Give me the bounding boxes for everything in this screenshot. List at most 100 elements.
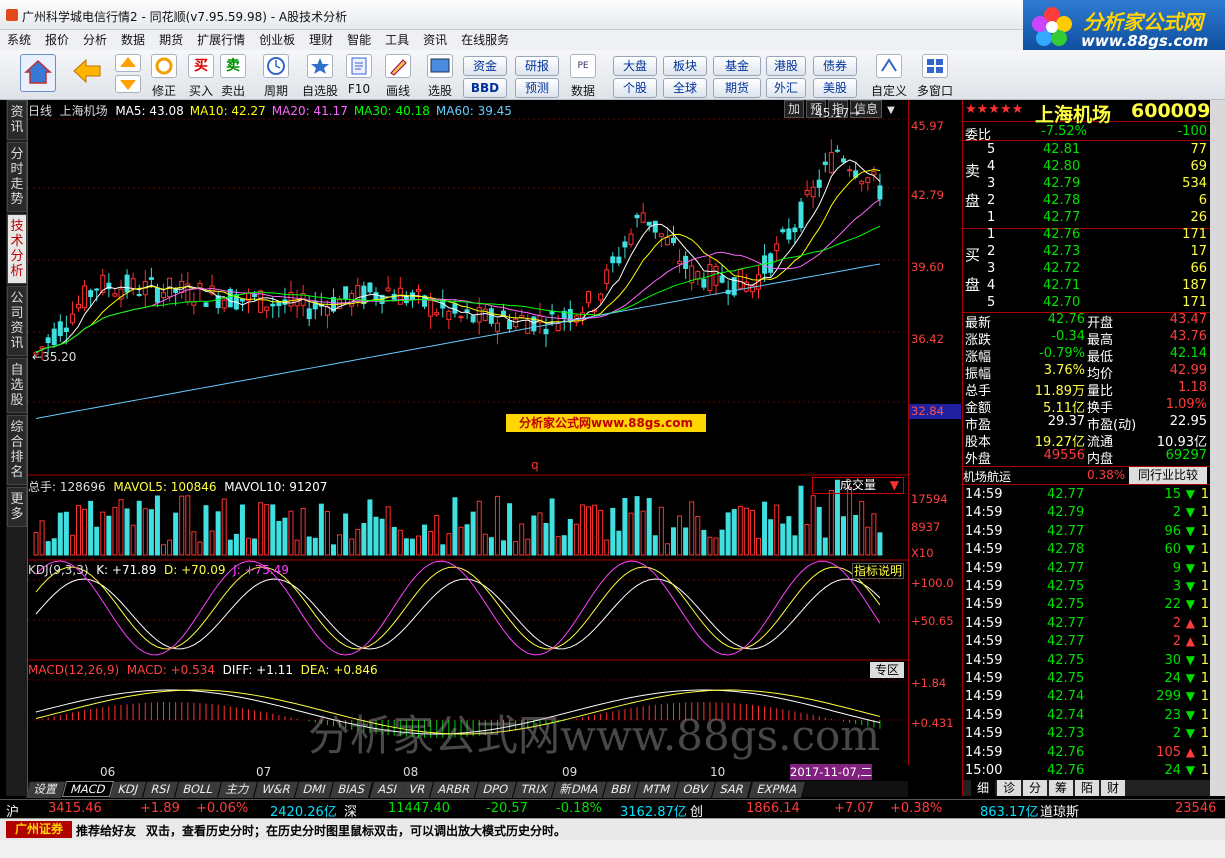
menu-item-7[interactable]: 理财 [302,30,340,50]
indicator-tab-12[interactable]: DPO [474,782,517,798]
indicator-tab-6[interactable]: W&R [253,782,300,798]
left-tab-1[interactable]: 分时走势 [7,142,27,212]
indicator-tab-0[interactable]: 设置 [25,782,67,798]
indicator-tab-3[interactable]: RSI [143,782,180,798]
indicator-tab-2[interactable]: KDJ [110,782,148,798]
indicator-dropdown-label: 成交量 [839,478,876,492]
recommend-link[interactable]: 推荐给好友 [76,822,136,839]
left-tab-5[interactable]: 综合排名 [7,415,27,485]
page-up-down-button[interactable] [114,54,142,98]
quote-tab-1[interactable]: 诊 [997,780,1021,796]
tick-row: 15:00 42.76 24 ▼ 1 [965,763,1209,778]
indicator-tab-10[interactable]: VR [400,782,435,798]
fund-flow-button[interactable]: 资金 [463,56,507,76]
index-status-2: +1.89 [140,801,180,816]
ma-legend-3: MA30: 40.18 [353,104,430,118]
indicator-tab-13[interactable]: TRIX [512,782,556,798]
left-tab-4[interactable]: 自选股 [7,358,27,413]
futures-button[interactable]: 期货 [713,78,761,98]
indicator-tab-5[interactable]: 主力 [217,782,258,798]
quote-tab-4[interactable]: 陌 [1075,780,1099,796]
home-icon [20,54,56,92]
stock-picker-button[interactable]: 选股 [422,54,458,98]
indicator-tab-7[interactable]: DMI [294,782,335,798]
chart-btn-0[interactable]: 加 [784,100,805,118]
data-button[interactable]: PE 数据 [566,54,600,98]
window-title: 广州科学城电信行情2 - 同花顺(v7.95.59.98) - A股技术分析 [22,10,348,24]
sector-name: 机场航运 [963,470,1012,484]
menu-item-2[interactable]: 分析 [76,30,114,50]
quote-tab-0[interactable]: 细 [971,780,995,796]
bbd-button[interactable]: BBD [463,78,507,98]
sell-button[interactable]: 卖 卖出 [220,54,246,98]
market-index-button[interactable]: 大盘 [613,56,657,76]
quote-panel: ★★★★★ 上海机场 600009 委比 -7.52% -100 5 42.81 7… [962,100,1211,796]
weibi-row: 委比 -7.52% -100 [963,124,1211,143]
forecast-button[interactable]: 预测 [515,78,559,98]
menu-item-6[interactable]: 创业板 [252,30,302,50]
forex-button[interactable]: 外汇 [766,78,806,98]
period-button[interactable]: 周期 [258,54,294,98]
bond-button[interactable]: 债券 [813,56,857,76]
menu-item-4[interactable]: 期货 [152,30,190,50]
chart-collapse-arrow-icon[interactable]: ▼ [884,105,898,116]
indicator-dropdown[interactable]: 成交量 ▼ [812,477,904,494]
sector-button[interactable]: 板块 [663,56,707,76]
menu-item-0[interactable]: 系统 [0,30,38,50]
peer-compare-button[interactable]: 同行业比较 [1129,467,1207,484]
menu-item-3[interactable]: 数据 [114,30,152,50]
quote-tab-2[interactable]: 分 [1023,780,1047,796]
single-stock-button[interactable]: 个股 [613,78,657,98]
custom-button[interactable]: 自定义 [868,54,910,98]
indicator-tab-17[interactable]: OBV [674,782,717,798]
left-tab-0[interactable]: 资讯 [7,100,27,140]
indicator-help-button[interactable]: 指标说明 [852,563,904,579]
research-button[interactable]: 研报 [515,56,559,76]
home-button[interactable] [14,54,62,98]
indicator-tab-16[interactable]: MTM [634,782,680,798]
sell-icon: 卖 [220,54,246,78]
left-tab-2[interactable]: 技术分析 [7,214,27,284]
right-scrollbar[interactable] [1210,100,1225,796]
draw-line-button[interactable]: 画线 [380,54,416,98]
indicator-tab-1[interactable]: MACD [61,781,115,797]
indicator-tab-19[interactable]: EXPMA [748,782,806,798]
high-price-mark: 45.17→ [815,106,860,120]
indicator-tab-11[interactable]: ARBR [429,782,479,798]
zone-button[interactable]: 专区 [870,662,904,678]
indicator-tab-9[interactable]: ASI [369,782,406,798]
quote-tab-3[interactable]: 筹 [1049,780,1073,796]
indicator-tab-4[interactable]: BOLL [174,782,222,798]
kline-chart-area[interactable]: 日线 上海机场 MA5: 43.08 MA10: 42.27 MA20: 41.17… [28,100,908,780]
multi-window-button[interactable]: 多窗口 [914,54,956,98]
buy-button[interactable]: 买 买入 [188,54,214,98]
back-button[interactable] [70,54,104,98]
indicator-tab-18[interactable]: SAR [712,782,754,798]
period-label: 周期 [263,84,288,98]
indicator-tab-8[interactable]: BIAS [329,782,374,798]
index-status-1: 3415.46 [48,801,102,816]
fix-button[interactable]: 修正 [148,54,180,98]
left-tab-6[interactable]: 更多 [7,487,27,527]
hk-stock-button[interactable]: 港股 [766,56,806,76]
us-stock-button[interactable]: 美股 [813,78,857,98]
fund-button[interactable]: 基金 [713,56,761,76]
app-logo-icon [6,9,18,21]
left-tab-3[interactable]: 公司资讯 [7,286,27,356]
quote-tab-5[interactable]: 财 [1101,780,1125,796]
tick-row: 14:59 42.75 30 ▼ 1 [965,652,1209,668]
fix-label: 修正 [151,84,176,98]
indicator-tab-15[interactable]: BBI [602,782,640,798]
menu-item-5[interactable]: 扩展行情 [190,30,252,50]
menu-item-1[interactable]: 报价 [38,30,76,50]
stat-row: 涨跌 -0.34 最高 43.76 [965,329,1207,348]
tick-row: 14:59 42.76 105 ▲ 1 [965,744,1209,760]
menu-item-8[interactable]: 智能 [340,30,378,50]
watchlist-button[interactable]: 自选股 [300,54,340,98]
global-button[interactable]: 全球 [663,78,707,98]
menu-item-11[interactable]: 在线服务 [454,30,516,50]
menu-item-10[interactable]: 资讯 [416,30,454,50]
menu-item-9[interactable]: 工具 [378,30,416,50]
f10-button[interactable]: F10 [344,54,374,98]
indicator-tab-14[interactable]: 新DMA [551,782,608,798]
